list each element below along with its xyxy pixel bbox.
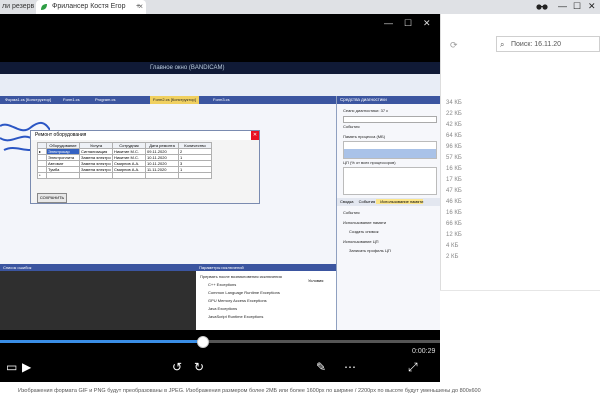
search-input[interactable]: ⌕ Поиск: 16.11.20 [496, 36, 600, 52]
table-cell[interactable] [178, 172, 212, 179]
file-size: 4 КБ [446, 243, 459, 249]
forward-icon[interactable]: ↻ [194, 360, 204, 374]
dialog-title: Ремонт оборудования [31, 131, 259, 140]
file-size: 16 КБ [446, 166, 462, 172]
browser-maximize-button[interactable]: ☐ [573, 1, 581, 12]
tab-label: Фрилансер Костя Егор [52, 3, 126, 10]
more-icon[interactable]: ⋯ [344, 360, 356, 374]
player-maximize-button[interactable]: ☐ [404, 18, 412, 29]
diagnostics-title: Средства диагностики [337, 96, 440, 104]
table-cell[interactable]: * [37, 172, 47, 179]
file-size: 96 КБ [446, 144, 462, 150]
file-size: 46 КБ [446, 199, 462, 205]
ide-toolbar [0, 74, 440, 97]
ide-tab-strip: Форма1.cs [Конструктор] Form1.cs Program… [0, 96, 336, 104]
tree-item[interactable]: Прервать после возникновения исключения [200, 274, 282, 279]
browser-close-button[interactable]: ✕ [588, 1, 596, 12]
repair-dialog: Ремонт оборудования ✕ Оборудование Услуга… [30, 130, 260, 204]
browser-tab-1[interactable]: ли резерв [0, 0, 36, 14]
ide-tab[interactable]: Program.cs [92, 96, 118, 104]
file-size: 16 КБ [446, 210, 462, 216]
save-button[interactable]: СОХРАНИТЬ [37, 193, 67, 203]
memory-graph [343, 141, 437, 159]
dialog-close-button[interactable]: ✕ [251, 131, 259, 140]
cpu-label: ЦП (% от всех процессоров) [343, 160, 396, 165]
condition-column: Условия [308, 278, 324, 283]
tree-item[interactable]: Java Exceptions [208, 306, 237, 311]
ide-title-bar: Главное окно (BANDICAM) [0, 62, 440, 74]
browser-minimize-button[interactable]: — [558, 1, 567, 11]
leaf-icon [41, 4, 47, 10]
file-explorer-window [440, 14, 600, 290]
cpu-usage-heading: Использование ЦП [343, 239, 379, 244]
tab-memory[interactable]: Использование памяти [376, 199, 424, 204]
cpu-graph [343, 167, 437, 195]
table-cell[interactable]: Замена электро [79, 154, 113, 161]
session-length: Сеанс диагностики: 37 с [343, 108, 389, 113]
play-icon[interactable]: ▶ [22, 360, 31, 374]
fullscreen-icon[interactable]: ⤢ [408, 360, 418, 374]
file-size: 34 КБ [446, 100, 462, 106]
tree-item[interactable]: GPU Memory Access Exceptions [208, 298, 267, 303]
timecode: 0:00:29 [412, 348, 436, 355]
file-size: 57 КБ [446, 155, 462, 161]
file-size: 42 КБ [446, 122, 462, 128]
new-tab-button[interactable]: + [134, 0, 146, 14]
search-icon: ⌕ [500, 40, 505, 49]
subtitles-icon[interactable]: ▭ [6, 360, 17, 374]
error-list-panel: Список ошибок [0, 264, 196, 330]
upload-note: Изображения формата GIF и PNG будут прео… [0, 382, 600, 400]
rewind-icon[interactable]: ↺ [172, 360, 182, 374]
back-arrow-icon[interactable]: ⟳ [450, 40, 458, 51]
file-size: 64 КБ [446, 133, 462, 139]
tree-item[interactable]: C++ Exceptions [208, 282, 236, 287]
tree-item[interactable]: Common Language Runtime Exceptions [208, 290, 280, 295]
tree-item[interactable]: JavaScript Runtime Exceptions [208, 314, 263, 319]
file-size: 12 КБ [446, 232, 462, 238]
browser-tab-bar: ли резерв Фрилансер Костя Егор × + — ☐ ✕ [0, 0, 600, 14]
file-size: 17 КБ [446, 177, 462, 183]
memory-usage-heading: Использование памяти [343, 220, 387, 225]
seek-bar-progress [0, 340, 203, 343]
events-heading: События [343, 210, 360, 215]
table-cell[interactable] [46, 172, 80, 179]
tab-summary[interactable]: Сводка [337, 199, 354, 204]
record-cpu-button[interactable]: Записать профиль ЦП [349, 248, 391, 253]
table-row[interactable]: * [37, 172, 212, 179]
repair-table: Оборудование Услуга Сотрудник Дата ремонта К… [37, 142, 212, 179]
search-placeholder: Поиск: 16.11.20 [511, 41, 562, 48]
table-cell[interactable]: Замена электро [79, 166, 113, 173]
file-size: 47 КБ [446, 188, 462, 194]
diagnostics-panel: Средства диагностики Сеанс диагностики: … [336, 96, 440, 330]
edit-icon[interactable]: ✎ [316, 360, 326, 374]
table-cell[interactable]: Замена электро [79, 160, 113, 167]
ide-tab[interactable]: Form2.cs [Конструктор] [150, 96, 199, 104]
table-cell[interactable] [112, 172, 146, 179]
file-size: 22 КБ [446, 111, 462, 117]
column-header[interactable]: Оборудование [46, 142, 80, 149]
diagnostics-tabs: Сводка События Использование памяти [337, 198, 440, 206]
error-list-title: Список ошибок [0, 264, 196, 271]
player-minimize-button[interactable]: — [384, 18, 393, 28]
tab-events[interactable]: События [355, 199, 376, 204]
table-cell[interactable] [79, 172, 113, 179]
ide-tab[interactable]: Form3.cs [210, 96, 233, 104]
file-size: 66 КБ [446, 221, 462, 227]
browser-tab-2[interactable]: Фрилансер Костя Егор × [36, 0, 146, 14]
ide-tab[interactable]: Form1.cs [60, 96, 83, 104]
file-size: 2 КБ [446, 254, 459, 260]
column-header[interactable]: Дата ремонта [145, 142, 179, 149]
tab-label: ли резерв [2, 3, 35, 10]
table-cell[interactable] [145, 172, 179, 179]
events-label: События [343, 124, 360, 129]
video-frame[interactable]: Главное окно (BANDICAM) Форма1.cs [Конст… [0, 62, 440, 330]
player-close-button[interactable]: ✕ [423, 18, 431, 29]
snapshot-button[interactable]: Создать снимок [349, 229, 378, 234]
memory-label: Память процесса (МБ) [343, 134, 386, 139]
timeline [343, 116, 437, 123]
sunglasses-icon[interactable] [536, 3, 548, 11]
ide-title: Главное окно (BANDICAM) [150, 65, 225, 71]
ide-tab[interactable]: Форма1.cs [Конструктор] [2, 96, 54, 104]
exception-settings-title: Параметры исключений [196, 264, 336, 271]
